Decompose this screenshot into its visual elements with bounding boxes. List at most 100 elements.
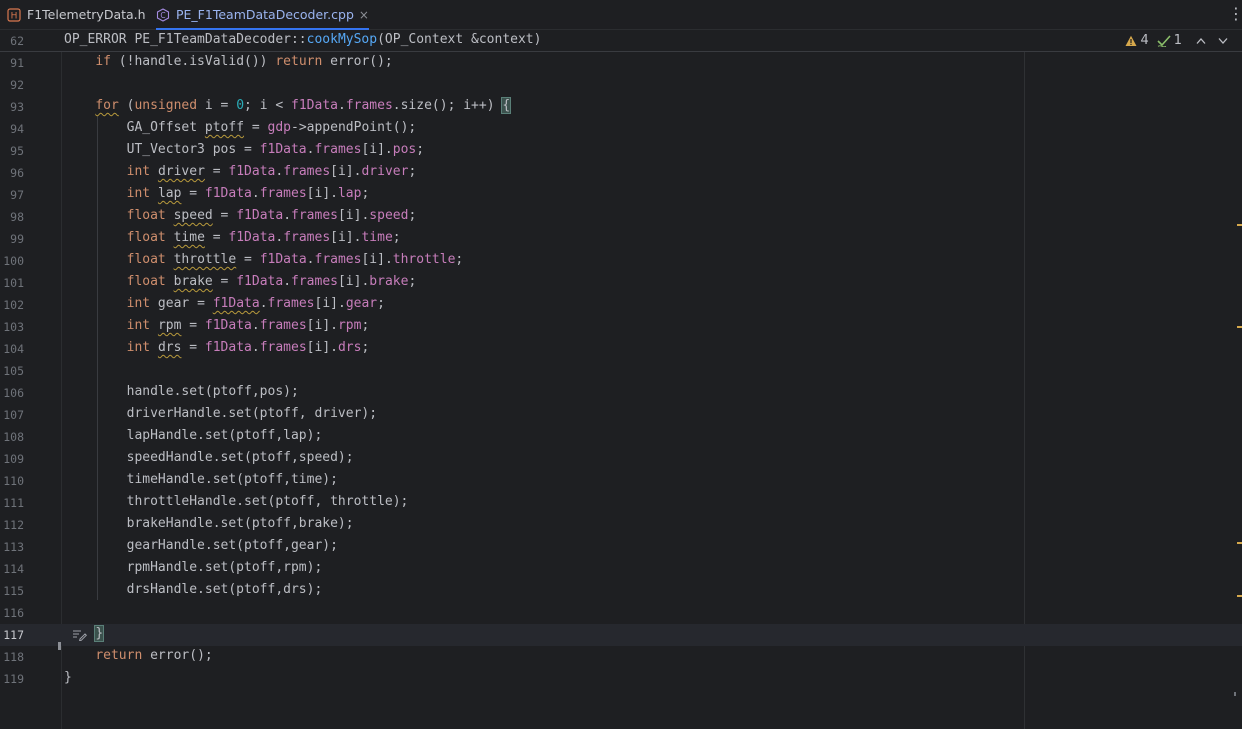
line-content: throttleHandle.set(ptoff, throttle);: [64, 494, 409, 509]
code-line[interactable]: 103 int rpm = f1Data.frames[i].rpm;: [0, 316, 1242, 338]
code-line[interactable]: 106 handle.set(ptoff,pos);: [0, 382, 1242, 404]
line-content: float speed = f1Data.frames[i].speed;: [126, 208, 417, 223]
code-line[interactable]: 101 float brake = f1Data.frames[i].brake…: [0, 272, 1242, 294]
line-content: float time = f1Data.frames[i].time;: [126, 230, 401, 245]
code-line[interactable]: 91 if (!handle.isValid()) return error()…: [0, 52, 1242, 74]
close-tab-icon[interactable]: ×: [359, 8, 369, 22]
code-editor[interactable]: 91 if (!handle.isValid()) return error()…: [0, 52, 1242, 729]
sticky-scope-text: OP_ERROR PE_F1TeamDataDecoder::cookMySop…: [64, 32, 542, 47]
line-content: }: [64, 670, 72, 685]
code-line[interactable]: 107 driverHandle.set(ptoff, driver);: [0, 404, 1242, 426]
line-number: 104: [3, 342, 24, 356]
code-line[interactable]: 96 int driver = f1Data.frames[i].driver;: [0, 162, 1242, 184]
line-number: 103: [3, 320, 24, 334]
code-line[interactable]: 110 timeHandle.set(ptoff,time);: [0, 470, 1242, 492]
line-number: 112: [3, 518, 24, 532]
sticky-scope-header[interactable]: 62 OP_ERROR PE_F1TeamDataDecoder::cookMy…: [0, 30, 1242, 52]
code-line[interactable]: 105: [0, 360, 1242, 382]
scrollbar-warning-marker[interactable]: [1237, 542, 1242, 544]
code-line[interactable]: 116: [0, 602, 1242, 624]
weak-warning-count: 1: [1173, 33, 1182, 48]
line-number: 99: [10, 232, 24, 246]
line-number: 100: [3, 254, 24, 268]
inspection-widget[interactable]: 4 1: [1125, 33, 1228, 48]
code-line-current[interactable]: 117 }: [0, 624, 1242, 646]
tab-pe-f1teamdatadecoder-cpp[interactable]: C PE_F1TeamDataDecoder.cpp ×: [156, 0, 369, 30]
code-line[interactable]: 99 float time = f1Data.frames[i].time;: [0, 228, 1242, 250]
line-content: if (!handle.isValid()) return error();: [95, 54, 393, 69]
line-content: int rpm = f1Data.frames[i].rpm;: [126, 318, 370, 333]
line-content: int lap = f1Data.frames[i].lap;: [126, 186, 370, 201]
line-number: 102: [3, 298, 24, 312]
line-content: UT_Vector3 pos = f1Data.frames[i].pos;: [64, 142, 425, 157]
code-line[interactable]: 114 rpmHandle.set(ptoff,rpm);: [0, 558, 1242, 580]
line-content: timeHandle.set(ptoff,time);: [64, 472, 338, 487]
line-number: 98: [10, 210, 24, 224]
more-options-icon[interactable]: ⋮: [1228, 5, 1242, 23]
line-number: 95: [10, 144, 24, 158]
tab-f1telemetrydata-h[interactable]: H F1TelemetryData.h: [7, 0, 146, 29]
line-content: float brake = f1Data.frames[i].brake;: [126, 274, 417, 289]
code-line[interactable]: 92: [0, 74, 1242, 96]
header-file-icon: H: [7, 7, 21, 22]
line-content: GA_Offset ptoff = gdp->appendPoint();: [64, 120, 417, 135]
line-content: rpmHandle.set(ptoff,rpm);: [64, 560, 323, 575]
tab-label: F1TelemetryData.h: [27, 7, 146, 22]
warning-count: 4: [1140, 33, 1149, 48]
line-content: handle.set(ptoff,pos);: [64, 384, 299, 399]
editor-tab-bar: H F1TelemetryData.h C PE_F1TeamDataDecod…: [0, 0, 1242, 30]
cpp-file-icon: C: [156, 7, 170, 22]
line-number: 111: [3, 496, 24, 510]
line-number: 115: [3, 584, 24, 598]
code-line[interactable]: 115 drsHandle.set(ptoff,drs);: [0, 580, 1242, 602]
code-line[interactable]: 104 int drs = f1Data.frames[i].drs;: [0, 338, 1242, 360]
code-line[interactable]: 102 int gear = f1Data.frames[i].gear;: [0, 294, 1242, 316]
line-number: 105: [3, 364, 24, 378]
line-number: 117: [3, 628, 24, 642]
line-content: drsHandle.set(ptoff,drs);: [64, 582, 323, 597]
line-number: 116: [3, 606, 24, 620]
scrollbar-thumb-marker[interactable]: [1234, 692, 1236, 696]
code-line[interactable]: 113 gearHandle.set(ptoff,gear);: [0, 536, 1242, 558]
line-number: 119: [3, 672, 24, 686]
code-line[interactable]: 100 float throttle = f1Data.frames[i].th…: [0, 250, 1242, 272]
line-content: brakeHandle.set(ptoff,brake);: [64, 516, 354, 531]
line-number: 108: [3, 430, 24, 444]
ide-window: H F1TelemetryData.h C PE_F1TeamDataDecod…: [0, 0, 1242, 729]
line-number: 94: [10, 122, 24, 136]
line-number: 118: [3, 650, 24, 664]
code-line[interactable]: 108 lapHandle.set(ptoff,lap);: [0, 426, 1242, 448]
line-number: 92: [10, 78, 24, 92]
line-content: return error();: [95, 648, 213, 663]
line-number: 109: [3, 452, 24, 466]
change-marker: [58, 642, 61, 650]
code-line[interactable]: 94 GA_Offset ptoff = gdp->appendPoint();: [0, 118, 1242, 140]
line-number: 93: [10, 100, 24, 114]
code-line[interactable]: 93 for (unsigned i = 0; i < f1Data.frame…: [0, 96, 1242, 118]
line-number: 107: [3, 408, 24, 422]
chevron-down-icon[interactable]: [1218, 37, 1228, 45]
line-content: }: [94, 625, 105, 642]
line-content: gearHandle.set(ptoff,gear);: [64, 538, 338, 553]
scrollbar-warning-marker[interactable]: [1237, 326, 1242, 328]
line-content: for (unsigned i = 0; i < f1Data.frames.s…: [95, 97, 512, 114]
scrollbar-warning-marker[interactable]: [1237, 224, 1242, 226]
line-number: 113: [3, 540, 24, 554]
warning-icon: [1125, 35, 1137, 46]
scrollbar-warning-marker[interactable]: [1237, 595, 1242, 597]
line-content: int gear = f1Data.frames[i].gear;: [126, 296, 385, 311]
chevron-up-icon[interactable]: [1196, 37, 1206, 45]
code-line[interactable]: 109 speedHandle.set(ptoff,speed);: [0, 448, 1242, 470]
code-line[interactable]: 97 int lap = f1Data.frames[i].lap;: [0, 184, 1242, 206]
code-line[interactable]: 118 return error();: [0, 646, 1242, 668]
code-line[interactable]: 111 throttleHandle.set(ptoff, throttle);: [0, 492, 1242, 514]
svg-text:C: C: [160, 10, 165, 19]
line-content: int driver = f1Data.frames[i].driver;: [126, 164, 417, 179]
code-line[interactable]: 95 UT_Vector3 pos = f1Data.frames[i].pos…: [0, 140, 1242, 162]
line-number: 91: [10, 56, 24, 70]
code-line[interactable]: 98 float speed = f1Data.frames[i].speed;: [0, 206, 1242, 228]
code-line[interactable]: 119 }: [0, 668, 1242, 690]
line-content: int drs = f1Data.frames[i].drs;: [126, 340, 370, 355]
line-content: float throttle = f1Data.frames[i].thrott…: [126, 252, 464, 267]
code-line[interactable]: 112 brakeHandle.set(ptoff,brake);: [0, 514, 1242, 536]
